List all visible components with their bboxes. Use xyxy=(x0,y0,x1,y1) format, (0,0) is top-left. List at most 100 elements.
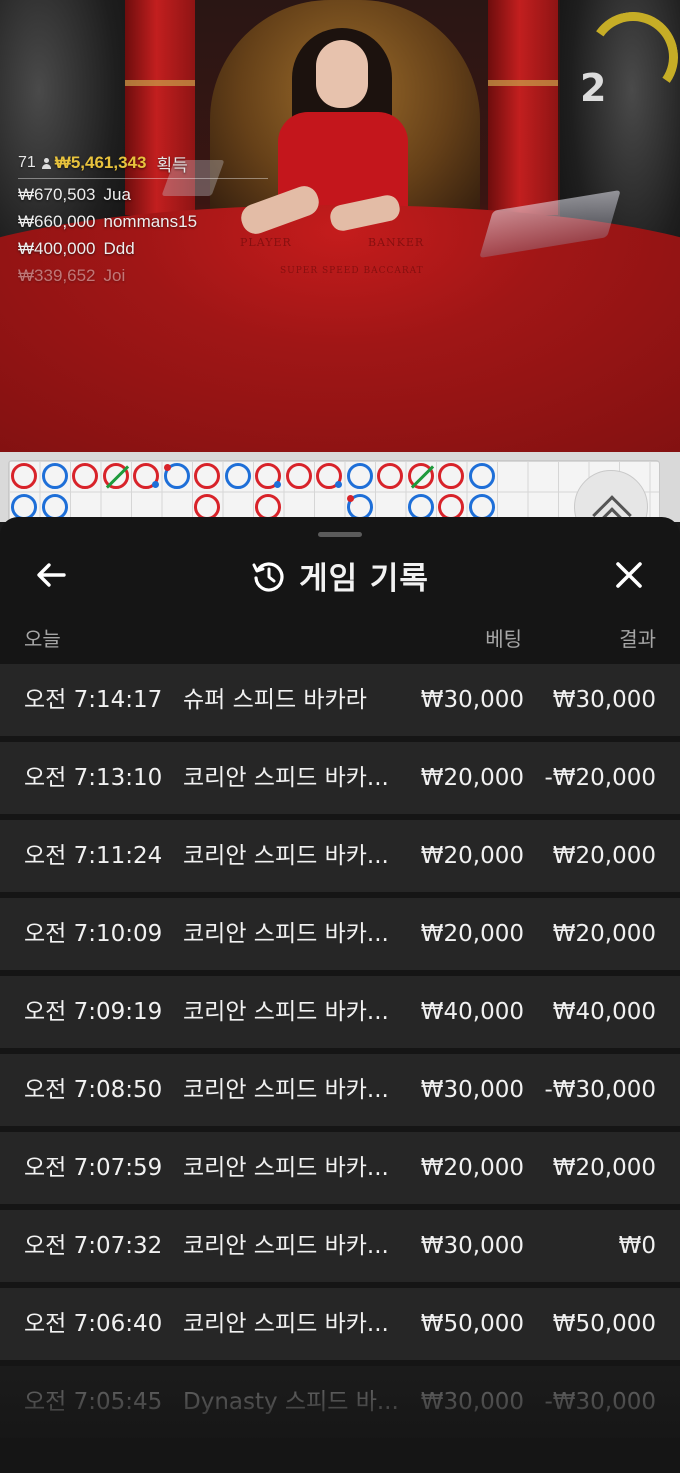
person-icon xyxy=(41,157,51,169)
player-win-marker xyxy=(11,493,37,520)
game-name: 코리안 스피드 바카... xyxy=(183,843,389,869)
result-amount: ₩50,000 xyxy=(552,1311,656,1337)
winners-earned-label: 획득 xyxy=(156,155,188,175)
banker-win-marker xyxy=(407,463,434,489)
history-column-headers: 오늘 베팅 결과 xyxy=(0,623,680,653)
bet-amount: ₩30,000 xyxy=(420,1233,524,1259)
winners-count: 71 xyxy=(18,154,36,171)
round-time: 오전 7:10:09 xyxy=(24,921,163,947)
close-button[interactable] xyxy=(612,558,646,592)
round-time: 오전 7:08:50 xyxy=(24,1077,163,1103)
bet-amount: ₩20,000 xyxy=(420,765,524,791)
winner-row: ₩400,000 Ddd xyxy=(18,239,268,266)
history-list: 오전 7:14:17 슈퍼 스피드 바카라 ₩30,000 ₩30,000 오전… xyxy=(0,664,680,1444)
bet-amount: ₩20,000 xyxy=(420,921,524,947)
panel-title-group: 게임 기록 xyxy=(0,553,680,598)
divider xyxy=(18,178,268,179)
panel-title: 게임 기록 xyxy=(299,561,429,597)
round-time: 오전 7:07:32 xyxy=(24,1233,163,1259)
history-row[interactable]: 오전 7:07:59 코리안 스피드 바카... ₩20,000 ₩20,000 xyxy=(0,1132,680,1204)
winner-amount: ₩400,000 xyxy=(18,239,96,258)
pair-marker xyxy=(152,481,159,488)
result-amount: -₩30,000 xyxy=(544,1389,656,1415)
round-time: 오전 7:05:45 xyxy=(24,1389,163,1415)
game-name: 코리안 스피드 바카... xyxy=(183,1311,389,1337)
dealer-face xyxy=(316,40,368,108)
round-time: 오전 7:14:17 xyxy=(24,687,163,713)
history-row[interactable]: 오전 7:08:50 코리안 스피드 바카... ₩30,000 -₩30,00… xyxy=(0,1054,680,1126)
history-row[interactable]: 오전 7:10:09 코리안 스피드 바카... ₩20,000 ₩20,000 xyxy=(0,898,680,970)
drag-handle[interactable] xyxy=(318,532,362,537)
tie-marker xyxy=(410,465,434,489)
player-win-marker xyxy=(468,463,495,489)
result-amount: ₩0 xyxy=(618,1233,656,1259)
result-amount: ₩40,000 xyxy=(552,999,656,1025)
game-name: 슈퍼 스피드 바카라 xyxy=(183,687,367,713)
player-win-marker xyxy=(346,493,373,520)
banker-win-marker xyxy=(285,463,312,489)
close-icon xyxy=(616,562,642,588)
game-name: 코리안 스피드 바카... xyxy=(183,1077,389,1103)
game-name: 코리안 스피드 바카... xyxy=(183,921,389,947)
history-row[interactable]: 오전 7:09:19 코리안 스피드 바카... ₩40,000 ₩40,000 xyxy=(0,976,680,1048)
bet-amount: ₩40,000 xyxy=(420,999,524,1025)
player-win-marker xyxy=(41,463,68,489)
table-label-game: SUPER SPEED BACCARAT xyxy=(280,266,424,276)
winner-name: Jua xyxy=(103,185,131,204)
player-win-marker xyxy=(407,493,434,520)
result-amount: ₩30,000 xyxy=(552,687,656,713)
pair-marker xyxy=(274,481,281,488)
history-row[interactable]: 오전 7:07:32 코리안 스피드 바카... ₩30,000 ₩0 xyxy=(0,1210,680,1282)
table-label-banker: BANKER xyxy=(368,236,425,249)
history-row[interactable]: 오전 7:13:10 코리안 스피드 바카... ₩20,000 -₩20,00… xyxy=(0,742,680,814)
bet-amount: ₩30,000 xyxy=(420,687,524,713)
game-name: 코리안 스피드 바카... xyxy=(183,1155,389,1181)
result-column-header: 결과 xyxy=(619,627,656,651)
winners-summary: 71 ₩5,461,343 획득 xyxy=(18,150,268,176)
banker-win-marker xyxy=(438,493,464,520)
countdown-timer: 2 xyxy=(580,66,607,110)
history-row[interactable]: 오전 7:06:40 코리안 스피드 바카... ₩50,000 ₩50,000 xyxy=(0,1288,680,1360)
banker-win-marker xyxy=(316,463,342,489)
history-clock-icon xyxy=(252,561,284,592)
history-row[interactable]: 오전 7:05:45 Dynasty 스피드 바... ₩30,000 -₩30… xyxy=(0,1366,680,1438)
player-win-marker xyxy=(468,493,495,520)
round-time: 오전 7:07:59 xyxy=(24,1155,163,1181)
date-group-label: 오늘 xyxy=(24,627,61,651)
player-win-marker xyxy=(163,463,190,489)
winner-name: Joi xyxy=(103,266,126,285)
result-amount: -₩30,000 xyxy=(544,1077,656,1103)
winners-total: ₩5,461,343 xyxy=(54,153,147,172)
winner-name: Ddd xyxy=(103,239,135,258)
bet-column-header: 베팅 xyxy=(485,627,522,651)
live-video: PLAYER BANKER SUPER SPEED BACCARAT 2 71 … xyxy=(0,0,680,452)
winner-name: nommans15 xyxy=(103,212,198,231)
game-name: 코리안 스피드 바카... xyxy=(183,1233,389,1259)
bet-amount: ₩30,000 xyxy=(420,1389,524,1415)
pair-marker xyxy=(346,494,354,502)
banker-win-marker xyxy=(194,463,220,489)
player-win-marker xyxy=(224,463,251,489)
pair-marker xyxy=(335,481,342,488)
banker-win-marker xyxy=(255,463,281,489)
winner-amount: ₩670,503 xyxy=(18,185,96,204)
player-win-marker xyxy=(41,493,68,520)
big-road-grid[interactable] xyxy=(8,460,660,522)
game-history-panel: 게임 기록 오늘 베팅 결과 오전 7:14:17 슈퍼 스피드 바카라 ₩30… xyxy=(0,517,680,1473)
round-time: 오전 7:13:10 xyxy=(24,765,163,791)
history-row[interactable]: 오전 7:14:17 슈퍼 스피드 바카라 ₩30,000 ₩30,000 xyxy=(0,664,680,736)
red-pillar-right xyxy=(488,0,558,215)
result-amount: ₩20,000 xyxy=(552,921,656,947)
result-amount: ₩20,000 xyxy=(552,843,656,869)
winners-list: 71 ₩5,461,343 획득 ₩670,503 Jua ₩660,000 n… xyxy=(18,150,268,293)
bet-amount: ₩50,000 xyxy=(420,1311,524,1337)
winner-row: ₩660,000 nommans15 xyxy=(18,212,268,239)
pair-marker xyxy=(163,464,171,471)
round-time: 오전 7:06:40 xyxy=(24,1311,163,1337)
history-row[interactable]: 오전 7:11:24 코리안 스피드 바카... ₩20,000 ₩20,000 xyxy=(0,820,680,892)
player-win-marker xyxy=(346,463,373,489)
round-time: 오전 7:11:24 xyxy=(24,843,163,869)
result-amount: -₩20,000 xyxy=(544,765,656,791)
banker-win-marker xyxy=(72,463,98,489)
result-amount: ₩20,000 xyxy=(552,1155,656,1181)
